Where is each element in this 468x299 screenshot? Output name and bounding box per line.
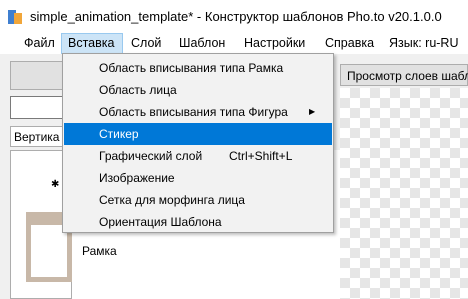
menu-item-label: Ориентация Шаблона: [99, 215, 222, 229]
layer-item-frame[interactable]: Рамка: [82, 244, 117, 258]
menu-settings[interactable]: Настройки: [244, 33, 305, 54]
menu-file[interactable]: Файл: [24, 33, 55, 54]
menu-item-face-area[interactable]: Область лица: [64, 79, 332, 101]
menu-item-fit-frame-area[interactable]: Область вписывания типа Рамка: [64, 57, 332, 79]
menu-bar: Файл Вставка Слой Шаблон Настройки Справ…: [0, 33, 468, 54]
menu-help[interactable]: Справка: [325, 33, 374, 54]
title-bar: simple_animation_template* - Конструктор…: [0, 0, 468, 33]
menu-item-label: Стикер: [99, 127, 139, 141]
window-title: simple_animation_template* - Конструктор…: [30, 9, 442, 24]
app-window: simple_animation_template* - Конструктор…: [0, 0, 468, 299]
menu-item-label: Область вписывания типа Фигура: [99, 105, 288, 119]
menu-item-label: Изображение: [99, 171, 175, 185]
menu-item-shortcut: Ctrl+Shift+L: [229, 149, 293, 163]
menu-item-label: Область вписывания типа Рамка: [99, 61, 284, 75]
menu-item-image[interactable]: Изображение: [64, 167, 332, 189]
menu-layer[interactable]: Слой: [131, 33, 161, 54]
toolbar-button-1[interactable]: [10, 61, 66, 90]
menu-item-label: Область лица: [99, 83, 177, 97]
menu-item-graphic-layer[interactable]: Графический слой Ctrl+Shift+L: [64, 145, 332, 167]
orientation-select[interactable]: Вертика: [10, 126, 66, 147]
menu-item-fit-shape-area[interactable]: Область вписывания типа Фигура ▶: [64, 101, 332, 123]
preview-layers-button[interactable]: Просмотр слоев шаблона: [340, 64, 468, 86]
sticker-thumbnail-icon: ✱: [51, 179, 60, 190]
menu-insert[interactable]: Вставка: [61, 33, 123, 54]
chevron-right-icon: ▶: [309, 107, 316, 116]
orientation-label: Вертика: [14, 130, 60, 144]
menu-template[interactable]: Шаблон: [179, 33, 225, 54]
menu-item-template-orientation[interactable]: Ориентация Шаблона: [64, 211, 332, 233]
menu-language[interactable]: Язык: ru-RU: [389, 33, 459, 54]
menu-item-face-morph-grid[interactable]: Сетка для морфинга лица: [64, 189, 332, 211]
app-icon: [8, 10, 22, 24]
menu-item-label: Сетка для морфинга лица: [99, 193, 245, 207]
preview-layers-label: Просмотр слоев шаблона: [347, 69, 468, 83]
toolbar-field[interactable]: [10, 96, 66, 119]
menu-item-label: Графический слой: [99, 149, 203, 163]
insert-menu-dropdown: Область вписывания типа Рамка Область ли…: [62, 53, 334, 233]
canvas-preview[interactable]: [340, 88, 468, 299]
menu-item-sticker[interactable]: Стикер: [64, 123, 332, 145]
